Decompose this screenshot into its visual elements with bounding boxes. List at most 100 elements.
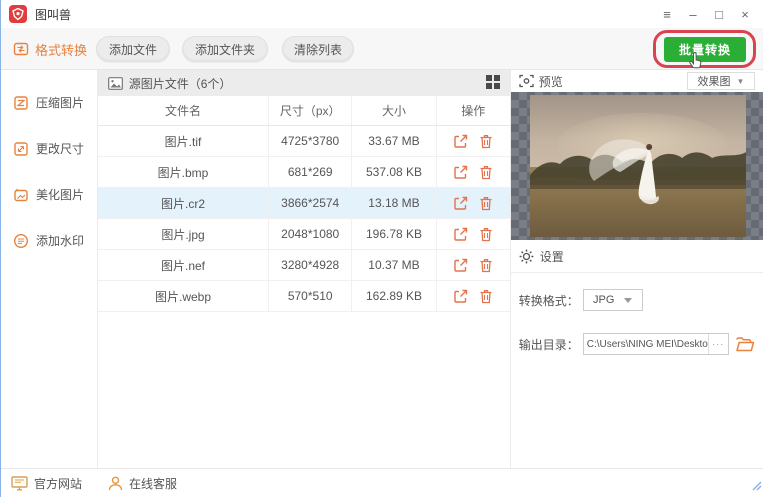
column-header-actions: 操作: [437, 96, 510, 125]
table-header-row: 文件名 尺寸（px） 大小 操作: [98, 96, 510, 126]
maximize-icon[interactable]: □: [709, 4, 729, 24]
preview-panel: 预览 效果图 ▼: [511, 70, 763, 468]
output-directory-input[interactable]: C:\Users\NING MEI\Desktop' ···: [583, 333, 729, 355]
open-file-icon[interactable]: [453, 165, 468, 180]
app-logo-icon: [9, 5, 27, 23]
delete-file-icon[interactable]: [479, 227, 493, 242]
sidebar-item-label: 更改尺寸: [36, 140, 84, 157]
table-row[interactable]: 图片.tif 4725*3780 33.67 MB: [98, 126, 510, 157]
open-file-icon[interactable]: [453, 258, 468, 273]
grid-view-icon[interactable]: [486, 75, 500, 92]
file-size: 537.08 KB: [352, 157, 437, 187]
file-size: 33.67 MB: [352, 126, 437, 156]
output-label: 输出目录：: [519, 336, 583, 353]
open-file-icon[interactable]: [453, 134, 468, 149]
chevron-down-icon: ▼: [737, 77, 745, 86]
main-content: 压缩图片 更改尺寸 美化图片 添加水印 源图片文件（6个）: [1, 70, 763, 468]
file-table-body: 图片.tif 4725*3780 33.67 MB 图片.bmp 681*269…: [98, 126, 510, 312]
format-select[interactable]: JPG: [583, 289, 643, 311]
output-directory-value: C:\Users\NING MEI\Desktop': [584, 339, 708, 350]
compress-image-icon: [13, 95, 29, 111]
file-size: 196.78 KB: [352, 219, 437, 249]
file-panel-header: 源图片文件（6个）: [98, 70, 510, 96]
batch-convert-button[interactable]: 批量转换: [664, 37, 746, 62]
add-files-button[interactable]: 添加文件: [96, 36, 170, 62]
file-name: 图片.webp: [98, 281, 270, 311]
open-file-icon[interactable]: [453, 289, 468, 304]
sidebar-item-label: 美化图片: [36, 186, 84, 203]
file-actions: [437, 281, 510, 311]
online-support-link[interactable]: 在线客服: [108, 475, 177, 492]
browse-button[interactable]: ···: [708, 334, 728, 354]
delete-file-icon[interactable]: [479, 134, 493, 149]
file-actions: [437, 157, 510, 187]
file-name: 图片.bmp: [98, 157, 270, 187]
table-row[interactable]: 图片.bmp 681*269 537.08 KB: [98, 157, 510, 188]
resize-grip[interactable]: [750, 478, 762, 496]
format-convert-icon: [13, 41, 29, 57]
file-actions: [437, 219, 510, 249]
preview-icon: [519, 74, 534, 88]
table-row[interactable]: 图片.nef 3280*4928 10.37 MB: [98, 250, 510, 281]
sidebar-item-label: 添加水印: [36, 232, 84, 249]
footer: 官方网站 在线客服: [1, 468, 763, 497]
file-actions: [437, 126, 510, 156]
file-name: 图片.tif: [98, 126, 270, 156]
menu-icon[interactable]: ≡: [657, 4, 677, 24]
table-row[interactable]: 图片.cr2 3866*2574 13.18 MB: [98, 188, 510, 219]
delete-file-icon[interactable]: [479, 165, 493, 180]
file-dimensions: 2048*1080: [269, 219, 352, 249]
preview-header: 预览 效果图 ▼: [511, 70, 763, 92]
preview-title: 预览: [539, 73, 563, 90]
monitor-icon: [11, 476, 28, 491]
image-file-icon: [108, 77, 123, 90]
sidebar-item-compress[interactable]: 压缩图片: [1, 94, 97, 111]
file-dimensions: 4725*3780: [269, 126, 352, 156]
add-folder-button[interactable]: 添加文件夹: [182, 36, 268, 62]
divider: [511, 272, 763, 273]
resize-image-icon: [13, 141, 29, 157]
file-panel-title: 源图片文件（6个）: [129, 75, 232, 92]
add-watermark-icon: [13, 233, 29, 249]
open-file-icon[interactable]: [453, 196, 468, 211]
minimize-icon[interactable]: –: [683, 4, 703, 24]
preview-mode-select[interactable]: 效果图 ▼: [687, 72, 755, 90]
file-name: 图片.jpg: [98, 219, 270, 249]
online-support-label: 在线客服: [129, 475, 177, 492]
preview-image: [530, 95, 746, 237]
delete-file-icon[interactable]: [479, 258, 493, 273]
file-size: 162.89 KB: [352, 281, 437, 311]
sidebar-item-resize[interactable]: 更改尺寸: [1, 140, 97, 157]
table-row[interactable]: 图片.jpg 2048*1080 196.78 KB: [98, 219, 510, 250]
official-website-link[interactable]: 官方网站: [11, 475, 82, 492]
settings-title: 设置: [540, 248, 564, 265]
table-row[interactable]: 图片.webp 570*510 162.89 KB: [98, 281, 510, 312]
delete-file-icon[interactable]: [479, 289, 493, 304]
official-website-label: 官方网站: [34, 475, 82, 492]
file-name: 图片.nef: [98, 250, 270, 280]
preview-mode-value: 效果图: [698, 73, 731, 89]
file-dimensions: 3280*4928: [269, 250, 352, 280]
format-value: JPG: [593, 294, 614, 306]
output-setting-row: 输出目录： C:\Users\NING MEI\Desktop' ···: [511, 333, 763, 355]
file-actions: [437, 250, 510, 280]
open-folder-icon[interactable]: [736, 337, 755, 352]
gear-icon: [519, 249, 534, 264]
format-setting-row: 转换格式： JPG: [511, 289, 763, 311]
format-label: 转换格式：: [519, 292, 583, 309]
app-window: 图叫兽 ≡ – □ × 格式转换 添加文件 添加文件夹 清除列表 批量转换 压缩…: [0, 0, 763, 497]
open-file-icon[interactable]: [453, 227, 468, 242]
delete-file-icon[interactable]: [479, 196, 493, 211]
sidebar-item-format-convert[interactable]: 格式转换: [1, 28, 98, 70]
file-name: 图片.cr2: [98, 188, 270, 218]
app-title: 图叫兽: [35, 6, 71, 23]
beautify-image-icon: [13, 187, 29, 203]
file-size: 13.18 MB: [352, 188, 437, 218]
close-icon[interactable]: ×: [735, 4, 755, 24]
settings-header: 设置: [511, 240, 763, 266]
clear-list-button[interactable]: 清除列表: [282, 36, 354, 62]
sidebar-item-beautify[interactable]: 美化图片: [1, 186, 97, 203]
sidebar-item-watermark[interactable]: 添加水印: [1, 232, 97, 249]
toolbar: 格式转换 添加文件 添加文件夹 清除列表 批量转换: [1, 28, 763, 70]
chevron-down-icon: [624, 298, 632, 303]
